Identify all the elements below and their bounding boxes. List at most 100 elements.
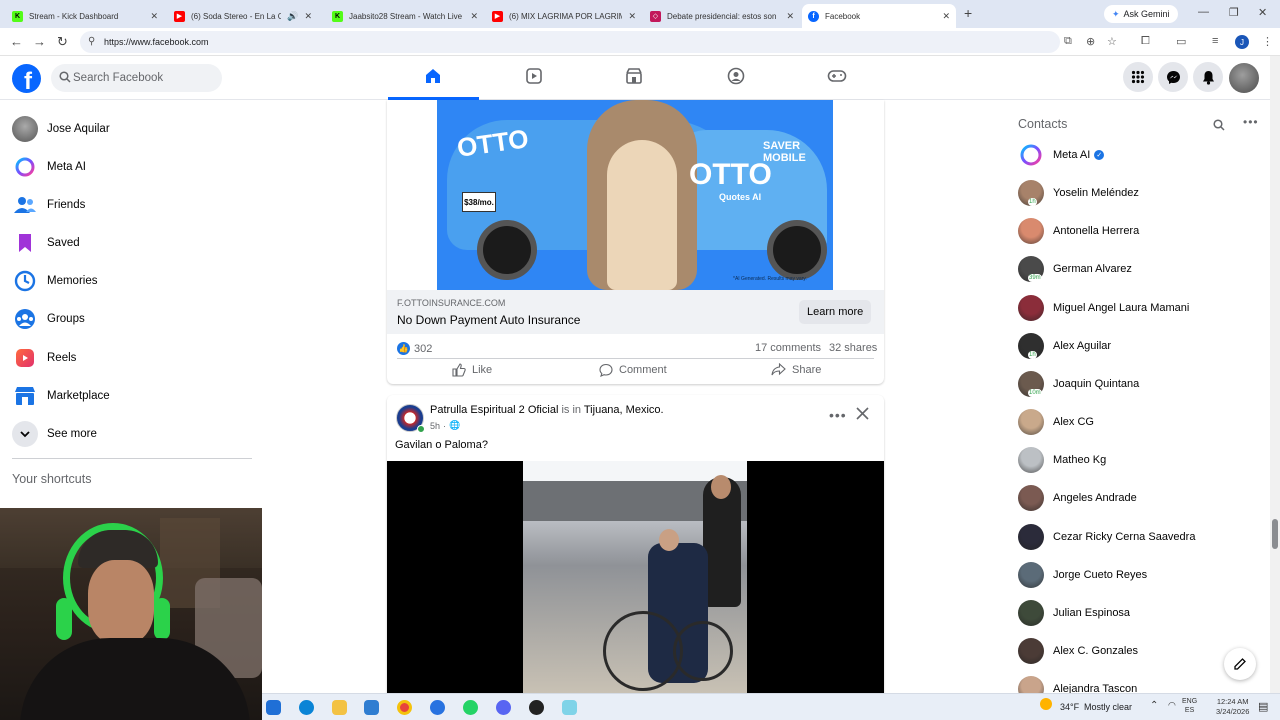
browser-tab-active[interactable]: f Facebook ✕: [802, 4, 956, 28]
restore-icon[interactable]: ❐: [1229, 6, 1239, 19]
sidebar-item-groups[interactable]: Groups: [12, 301, 85, 337]
clock[interactable]: 12:24 AM 3/24/2026: [1216, 697, 1249, 717]
groups-tab-icon[interactable]: [726, 66, 746, 86]
close-tab-icon[interactable]: ✕: [304, 11, 312, 22]
sidebar-item-meta-ai[interactable]: Meta AI: [12, 149, 86, 185]
minimize-icon[interactable]: —: [1198, 6, 1209, 18]
contact-item[interactable]: 39m German Alvarez: [1018, 251, 1132, 287]
store-icon[interactable]: [364, 700, 379, 715]
sidebar-item-profile[interactable]: Jose Aquilar: [12, 111, 110, 147]
ad-link-bar[interactable]: F.OTTOINSURANCE.COM No Down Payment Auto…: [387, 290, 884, 334]
contact-item[interactable]: Miguel Angel Laura Mamani: [1018, 290, 1189, 326]
browser-tab[interactable]: K Jaabsito28 Stream - Watch Live ✕: [326, 4, 484, 28]
edge-icon[interactable]: [299, 700, 314, 715]
obs-icon[interactable]: [529, 700, 544, 715]
whatsapp-icon[interactable]: [463, 700, 478, 715]
audio-icon[interactable]: 🔊: [287, 11, 298, 22]
back-icon[interactable]: ←: [10, 34, 23, 49]
app-icon[interactable]: [562, 700, 577, 715]
close-tab-icon[interactable]: ✕: [628, 11, 636, 22]
page-scrollbar[interactable]: [1270, 56, 1280, 693]
site-info-icon[interactable]: ⚲: [88, 36, 95, 47]
author-link[interactable]: Patrulla Espiritual 2 Oficial: [430, 404, 558, 416]
app-icon[interactable]: [430, 700, 445, 715]
start-icon[interactable]: [266, 700, 281, 715]
gaming-tab-icon[interactable]: [827, 66, 847, 86]
facebook-logo[interactable]: f: [12, 64, 41, 93]
post-options-icon[interactable]: •••: [829, 407, 847, 423]
sidebar-item-reels[interactable]: Reels: [12, 340, 76, 376]
post-video[interactable]: [387, 461, 884, 693]
post-timestamp[interactable]: 5h · 🌐: [430, 420, 460, 431]
menu-grid-button[interactable]: [1123, 62, 1153, 92]
address-bar[interactable]: ⚲ https://www.facebook.com: [80, 31, 1060, 53]
notification-center-icon[interactable]: ▤: [1258, 700, 1268, 713]
zoom-icon[interactable]: ⊕: [1086, 35, 1095, 48]
contact-item[interactable]: 1h Alex Aguilar: [1018, 328, 1111, 364]
reload-icon[interactable]: ↻: [57, 34, 68, 50]
menu-kebab-icon[interactable]: ⋮: [1262, 35, 1273, 48]
close-tab-icon[interactable]: ✕: [470, 11, 478, 22]
contact-item[interactable]: Antonella Herrera: [1018, 213, 1139, 249]
video-tab-icon[interactable]: [524, 66, 544, 86]
reading-list-icon[interactable]: ≡: [1212, 35, 1218, 47]
new-message-button[interactable]: [1224, 648, 1256, 680]
contact-item[interactable]: Alex CG: [1018, 404, 1094, 440]
forward-icon[interactable]: →: [33, 34, 46, 49]
contact-item[interactable]: Matheo Kg: [1018, 442, 1106, 478]
contact-item[interactable]: Meta AI ✓: [1018, 137, 1105, 173]
shares-count[interactable]: 32 shares: [829, 342, 877, 354]
contact-item[interactable]: Alex C. Gonzales: [1018, 633, 1138, 669]
page-avatar[interactable]: [396, 404, 425, 433]
sidebar-item-memories[interactable]: Memories: [12, 263, 97, 299]
close-tab-icon[interactable]: ✕: [786, 11, 794, 22]
learn-more-button[interactable]: Learn more: [799, 300, 872, 324]
install-app-icon[interactable]: ⧉: [1064, 35, 1072, 48]
browser-tab[interactable]: ▶ (6) MIX LAGRIMA POR LAGRIM ✕: [486, 4, 642, 28]
location-link[interactable]: Tijuana, Mexico.: [584, 404, 664, 416]
contact-item[interactable]: 10m Joaquin Quintana: [1018, 366, 1139, 402]
reaction-count[interactable]: 👍 302: [397, 342, 432, 355]
hide-post-icon[interactable]: [856, 407, 869, 425]
close-tab-icon[interactable]: ✕: [150, 11, 158, 22]
browser-tab[interactable]: K Stream - Kick Dashboard ✕: [6, 4, 164, 28]
file-explorer-icon[interactable]: [332, 700, 347, 715]
account-avatar[interactable]: [1229, 63, 1259, 93]
profile-avatar-button[interactable]: J: [1235, 35, 1249, 49]
network-icon[interactable]: ◠: [1168, 700, 1176, 711]
bookmark-star-icon[interactable]: ☆: [1107, 35, 1117, 48]
chrome-icon[interactable]: [397, 700, 412, 715]
contact-item[interactable]: Julian Espinosa: [1018, 595, 1130, 631]
sidebar-see-more[interactable]: See more: [12, 416, 97, 452]
comment-button[interactable]: Comment: [599, 363, 667, 377]
messenger-button[interactable]: [1158, 62, 1188, 92]
discord-icon[interactable]: [496, 700, 511, 715]
comments-count[interactable]: 17 comments: [755, 342, 821, 354]
extensions-icon[interactable]: ⧠: [1141, 35, 1150, 48]
marketplace-tab-icon[interactable]: [624, 66, 644, 86]
contacts-options-icon[interactable]: •••: [1243, 115, 1259, 129]
sidebar-item-marketplace[interactable]: Marketplace: [12, 378, 110, 414]
sidebar-item-saved[interactable]: Saved: [12, 225, 80, 261]
new-tab-icon[interactable]: +: [964, 5, 972, 21]
scrollbar-thumb[interactable]: [1272, 519, 1278, 549]
split-view-icon[interactable]: ▭: [1176, 35, 1186, 48]
contact-item[interactable]: Angeles Andrade: [1018, 480, 1137, 516]
language-indicator[interactable]: ENG ES: [1182, 697, 1197, 715]
share-button[interactable]: Share: [771, 363, 821, 376]
browser-tab[interactable]: ◇ Debate presidencial: estos son ✕: [644, 4, 800, 28]
home-tab-icon[interactable]: [423, 66, 443, 86]
notifications-button[interactable]: [1193, 62, 1223, 92]
contact-item[interactable]: 1h Yoselin Meléndez: [1018, 175, 1139, 211]
like-button[interactable]: Like: [452, 363, 492, 377]
close-tab-icon[interactable]: ✕: [942, 11, 950, 22]
ad-image[interactable]: OTTO OTTO SAVER MOBILE Quotes AI $38/mo.…: [437, 100, 833, 290]
weather-icon[interactable]: [1040, 698, 1052, 710]
ask-gemini-button[interactable]: ✦ Ask Gemini: [1104, 5, 1178, 23]
tray-chevron-icon[interactable]: ⌃: [1150, 700, 1158, 711]
search-contacts-icon[interactable]: [1213, 118, 1225, 136]
browser-tab[interactable]: ▶ (6) Soda Stereo - En La Ciu 🔊 ✕: [168, 4, 318, 28]
contact-item[interactable]: Cezar Ricky Cerna Saavedra: [1018, 519, 1195, 555]
contact-item[interactable]: Jorge Cueto Reyes: [1018, 557, 1147, 593]
search-input[interactable]: Search Facebook: [51, 64, 222, 92]
